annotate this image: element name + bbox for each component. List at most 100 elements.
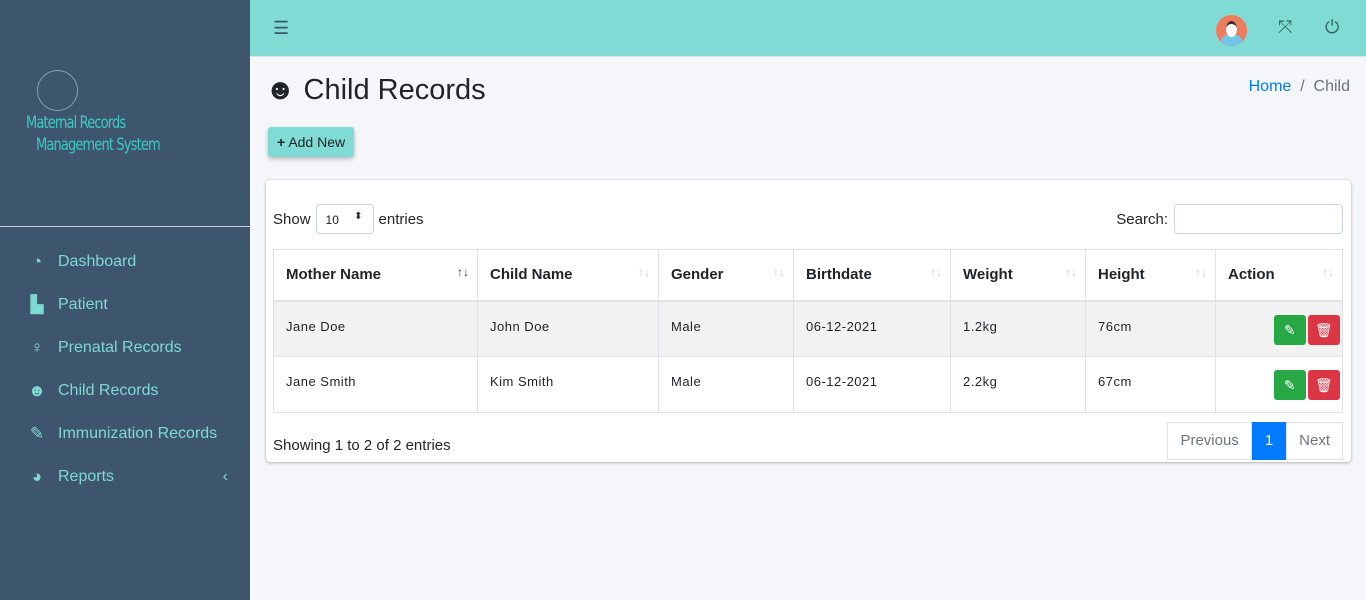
sidebar-item-label: Patient [58,295,108,313]
add-new-button[interactable]: + Add New [268,127,355,157]
action-cell: ✎ 🗑 [1215,300,1343,357]
column-header[interactable]: Weight ↑↓ [950,249,1086,302]
sidebar-item-dashboard[interactable]: ◔ Dashboard [0,240,250,283]
breadcrumb-separator: / [1300,78,1305,95]
search-input[interactable] [1174,204,1343,234]
column-header-label: Height [1098,266,1145,284]
sidebar-nav: ◔ Dashboard ▙ Patient ♀ Prenatal Records ☻ C… [0,240,250,498]
chevron-left-icon: ‹ [222,467,228,485]
fullscreen-icon[interactable]: ⤧ [1278,17,1292,38]
syringe-icon: ✎ [29,423,45,443]
action-cell: ✎ 🗑 [1215,356,1343,413]
table-cell: 06-12-2021 [793,356,951,413]
delete-button[interactable]: 🗑 [1308,314,1340,345]
sidebar-item-child-records[interactable]: ☻ Child Records [0,369,250,412]
sidebar-item-prenatal-records[interactable]: ♀ Prenatal Records [0,326,250,369]
add-new-label: Add New [288,134,346,150]
table-cell: 67cm [1085,356,1216,413]
sidebar-item-label: Dashboard [58,252,137,270]
page-title: ☻ Child Records [265,74,486,107]
search-label: Search: [1116,210,1168,228]
plus-icon: + [277,134,286,150]
column-header-label: Weight [963,266,1013,284]
column-header[interactable]: Gender ↑↓ [658,249,794,302]
breadcrumb: Home / Child [1249,78,1350,96]
sidebar: Maternal Records Management System ◔ Dash… [0,0,250,600]
table-cell: John Doe [477,300,659,357]
table-cell: 06-12-2021 [793,300,951,357]
sidebar-item-reports[interactable]: ◕ Reports ‹ [0,455,250,498]
chart-pie-icon: ◕ [31,466,43,486]
page-1-button[interactable]: 1 [1251,422,1287,460]
menu-icon[interactable]: ☰ [273,18,289,39]
sidebar-item-patient[interactable]: ▙ Patient [0,283,250,326]
sort-arrows-icon: ⬍ [354,211,363,222]
column-header[interactable]: Birthdate ↑↓ [793,249,951,302]
show-label: Show [273,210,311,228]
table-row: Jane Smith Kim Smith Male 06-12-2021 2.2kg 67… [273,356,1343,413]
topbar: ☰ ⤧ ⏻ [250,0,1366,57]
page-size-value: 10 [325,213,339,227]
delete-button[interactable]: 🗑 [1308,370,1340,400]
edit-button[interactable]: ✎ [1274,314,1306,345]
column-header[interactable]: Child Name ↑↓ [477,249,659,302]
column-header-label: Child Name [490,266,573,284]
edit-button[interactable]: ✎ [1274,370,1306,400]
sidebar-item-label: Immunization Records [58,424,218,442]
entries-label: entries [378,210,424,228]
column-header-label: Gender [671,266,724,284]
logo[interactable]: Maternal Records Management System [0,0,250,227]
previous-button[interactable]: Previous [1167,422,1252,460]
child-records-table: Mother Name ↑↓ Child Name ↑↓ Gender ↑↓ Birthda… [273,249,1343,413]
breadcrumb-current: Child [1313,78,1350,95]
column-header[interactable]: Action ↑↓ [1215,249,1343,302]
trash-icon: 🗑 [1314,377,1334,393]
sort-icon: ↑↓ [1322,265,1334,279]
table-cell: 76cm [1085,300,1216,357]
table-row: Jane Doe John Doe Male 06-12-2021 1.2kg 76cm ✎… [273,300,1343,357]
avatar[interactable] [1216,15,1247,46]
breadcrumb-home[interactable]: Home [1249,78,1292,95]
trash-icon: 🗑 [1314,321,1334,338]
table-cell: 1.2kg [950,300,1086,357]
search-control: Search: [1116,204,1343,234]
column-header[interactable]: Mother Name ↑↓ [273,249,478,302]
fetus-logo-icon [37,70,78,111]
sidebar-item-immunization-records[interactable]: ✎ Immunization Records [0,412,250,455]
sort-icon: ↑↓ [1195,265,1207,279]
column-header-label: Birthdate [806,266,872,284]
page-size-select[interactable]: 10 ⬍ [315,204,374,234]
tachometer-icon: ◔ [31,251,43,271]
sidebar-item-label: Reports [58,467,115,485]
sidebar-item-label: Prenatal Records [58,338,182,356]
sort-icon: ↑↓ [638,265,650,279]
table-info: Showing 1 to 2 of 2 entries [273,437,451,454]
page-size-control: Show 10 ⬍ entries [273,204,424,234]
female-icon: ♀ [30,337,44,357]
column-header[interactable]: Height ↑↓ [1085,249,1216,302]
baby-icon: ☻ [28,380,46,400]
table-cell: Kim Smith [477,356,659,413]
logo-text-line1: Maternal Records [26,113,126,133]
sort-icon: ↑↓ [1065,265,1077,279]
table-cell: 2.2kg [950,356,1086,413]
sort-icon: ↑↓ [773,265,785,279]
pencil-icon: ✎ [1283,321,1297,338]
sort-icon: ↑↓ [457,265,469,279]
logo-text-line2: Management System [36,135,161,155]
table-cell: Jane Doe [273,300,478,357]
sidebar-item-label: Child Records [58,381,159,399]
records-card: Show 10 ⬍ entries Search: Mother Name ↑↓ Ch… [266,180,1351,462]
next-button[interactable]: Next [1286,422,1343,460]
sort-icon: ↑↓ [930,265,942,279]
pencil-icon: ✎ [1283,377,1297,393]
baby-icon: ☻ [265,74,296,106]
column-header-label: Action [1228,266,1275,284]
pagination: Previous 1 Next [1167,422,1343,460]
table-cell: Male [658,300,794,357]
column-header-label: Mother Name [286,266,382,284]
table-cell: Male [658,356,794,413]
hospital-user-icon: ▙ [30,294,44,314]
power-icon[interactable]: ⏻ [1325,17,1339,38]
page-title-text: Child Records [303,74,486,106]
